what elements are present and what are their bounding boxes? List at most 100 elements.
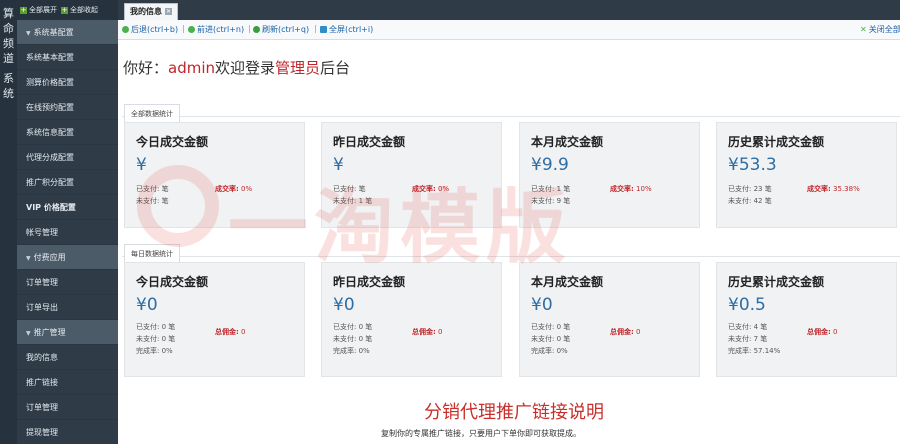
close-icon[interactable]: ✕ — [165, 8, 172, 15]
divider: | — [248, 24, 251, 33]
caret-down-icon: ▼ — [26, 30, 31, 37]
divider: | — [314, 24, 317, 33]
sidebar-group-paid-apps[interactable]: ▼ 付费应用 — [17, 245, 118, 270]
daily-card-history: 历史累计成交金额 ¥0.5 已支付: 4 笔 未支付: 7 笔 完成率: 57.… — [716, 262, 897, 377]
app-window: 算 命 频 道 系 统 + 全部展开 + 全部收起 ▼ 系统基配置 系统基本配置 … — [0, 0, 900, 444]
refresh-icon — [253, 26, 260, 33]
collapse-all-button[interactable]: + 全部收起 — [61, 5, 98, 15]
card-deal-rate: 成交率: 10% — [610, 185, 652, 193]
card-title: 历史累计成交金额 — [728, 275, 825, 289]
sidebar-item-info-config[interactable]: 系统信息配置 — [17, 120, 118, 145]
card-title: 今日成交金额 — [136, 135, 209, 149]
fullscreen-button[interactable]: 全屏(ctrl+i) — [320, 24, 373, 35]
caret-down-icon: ▼ — [26, 255, 31, 262]
daily-stats-section: 每日数据统计 — [122, 244, 900, 263]
card-unpaid: 未支付: 0 笔 — [531, 335, 571, 343]
sidebar-item-label: 代理分成配置 — [26, 153, 74, 162]
card-commission: 总佣金: 0 — [412, 328, 443, 336]
sidebar-item-agent-config[interactable]: 代理分成配置 — [17, 145, 118, 170]
promo-link-heading: 分销代理推广链接说明 — [424, 402, 604, 423]
fullscreen-icon — [320, 26, 327, 33]
card-title: 昨日成交金额 — [333, 275, 406, 289]
sidebar-item-label: 系统信息配置 — [26, 128, 74, 137]
sidebar-item-order-export[interactable]: 订单导出 — [17, 295, 118, 320]
card-completion: 完成率: 57.14% — [728, 347, 781, 355]
vertical-title-char: 频 — [3, 37, 14, 50]
welcome-mid: 欢迎登录 — [215, 59, 276, 77]
card-title: 本月成交金额 — [531, 135, 604, 149]
vertical-title-char: 统 — [3, 87, 14, 100]
card-title: 本月成交金额 — [531, 275, 604, 289]
card-amount: ¥ — [136, 155, 147, 175]
card-title: 历史累计成交金额 — [728, 135, 825, 149]
tab-label: 我的信息 — [130, 7, 162, 16]
card-unpaid: 未支付: 42 笔 — [728, 197, 772, 205]
daily-card-yesterday: 昨日成交金额 ¥0 已支付: 0 笔 未支付: 0 笔 完成率: 0% 总佣金:… — [321, 262, 502, 377]
card-unpaid: 未支付: 0 笔 — [136, 335, 176, 343]
sidebar-item-points-config[interactable]: 推广积分配置 — [17, 170, 118, 195]
sidebar-item-label: 我的信息 — [26, 353, 58, 362]
toolbar: 后退(ctrl+b) | 前进(ctrl+n) | 刷新(ctrl+q) | 全… — [118, 20, 900, 40]
stat-card-month: 本月成交金额 ¥9.9 已支付: 1 笔 未支付: 9 笔 成交率: 10% — [519, 122, 700, 228]
sidebar-item-my-info[interactable]: 我的信息 — [17, 345, 118, 370]
sidebar-item-label: 付费应用 — [33, 253, 66, 262]
sidebar-group-promotion[interactable]: ▼ 推广管理 — [17, 320, 118, 345]
vertical-title-char: 命 — [3, 22, 14, 35]
sidebar-item-price-config[interactable]: 测算价格配置 — [17, 70, 118, 95]
close-icon: ✕ — [860, 25, 867, 34]
fullscreen-label: 全屏(ctrl+i) — [329, 25, 374, 34]
card-unpaid: 未支付: 7 笔 — [728, 335, 768, 343]
card-unpaid: 未支付: 0 笔 — [333, 335, 373, 343]
sidebar-item-basic-config[interactable]: 系统基本配置 — [17, 45, 118, 70]
tab-bar: 我的信息 ✕ — [118, 0, 900, 20]
sidebar-item-account[interactable]: 帐号管理 — [17, 220, 118, 245]
forward-button[interactable]: 前进(ctrl+n) — [188, 24, 244, 35]
sidebar-item-label: 推广积分配置 — [26, 178, 74, 187]
sidebar-item-promo-orders[interactable]: 订单管理 — [17, 395, 118, 420]
vertical-title-char: 系 — [3, 72, 14, 85]
welcome-suffix: 后台 — [320, 59, 351, 77]
sidebar-item-label: 订单管理 — [26, 278, 58, 287]
daily-stats-tag: 每日数据统计 — [124, 244, 180, 263]
card-amount: ¥53.3 — [728, 155, 777, 175]
daily-card-today: 今日成交金额 ¥0 已支付: 0 笔 未支付: 0 笔 完成率: 0% 总佣金:… — [124, 262, 305, 377]
divider: | — [182, 24, 185, 33]
stat-card-today: 今日成交金额 ¥ 已支付: 笔 未支付: 笔 成交率: 0% — [124, 122, 305, 228]
welcome-role: 管理员 — [275, 59, 321, 77]
sidebar-item-label: 测算价格配置 — [26, 78, 74, 87]
welcome-prefix: 你好： — [123, 59, 169, 77]
sidebar-group-system-config[interactable]: ▼ 系统基配置 — [17, 20, 118, 45]
card-commission: 总佣金: 0 — [215, 328, 246, 336]
refresh-button[interactable]: 刷新(ctrl+q) — [253, 24, 309, 35]
plus-icon: + — [20, 5, 27, 14]
caret-down-icon: ▼ — [26, 330, 31, 337]
card-paid: 已支付: 23 笔 — [728, 185, 772, 193]
vertical-title-char: 算 — [3, 7, 14, 20]
card-title: 昨日成交金额 — [333, 135, 406, 149]
sidebar-item-vip-config[interactable]: VIP 价格配置 — [17, 195, 118, 220]
sidebar-item-label: 系统基配置 — [33, 28, 74, 37]
close-all-button[interactable]: ✕ 关闭全部 — [860, 24, 900, 35]
expand-all-button[interactable]: + 全部展开 — [20, 5, 57, 15]
collapse-all-label: 全部收起 — [70, 6, 98, 14]
card-amount: ¥0 — [531, 295, 553, 315]
plus-icon: + — [61, 5, 68, 14]
card-paid: 已支付: 4 笔 — [728, 323, 768, 331]
card-amount: ¥9.9 — [531, 155, 569, 175]
sidebar-item-label: 推广链接 — [26, 378, 58, 387]
main-content: 你好：admin欢迎登录管理员后台 全部数据统计 今日成交金额 ¥ 已支付: 笔… — [118, 40, 900, 444]
sidebar-item-withdraw[interactable]: 提现管理 — [17, 420, 118, 444]
card-completion: 完成率: 0% — [333, 347, 370, 355]
stat-card-history: 历史累计成交金额 ¥53.3 已支付: 23 笔 未支付: 42 笔 成交率: … — [716, 122, 897, 228]
card-unpaid: 未支付: 1 笔 — [333, 197, 373, 205]
daily-card-month: 本月成交金额 ¥0 已支付: 0 笔 未支付: 0 笔 完成率: 0% 总佣金:… — [519, 262, 700, 377]
sidebar-item-label: 订单管理 — [26, 403, 58, 412]
vertical-title-char: 道 — [3, 52, 14, 65]
back-button[interactable]: 后退(ctrl+b) — [122, 24, 178, 35]
sidebar-item-promo-link[interactable]: 推广链接 — [17, 370, 118, 395]
tab-my-info[interactable]: 我的信息 ✕ — [124, 3, 178, 20]
card-paid: 已支付: 0 笔 — [333, 323, 373, 331]
refresh-label: 刷新(ctrl+q) — [262, 25, 310, 34]
sidebar-item-booking-config[interactable]: 在线预约配置 — [17, 95, 118, 120]
sidebar-item-orders[interactable]: 订单管理 — [17, 270, 118, 295]
